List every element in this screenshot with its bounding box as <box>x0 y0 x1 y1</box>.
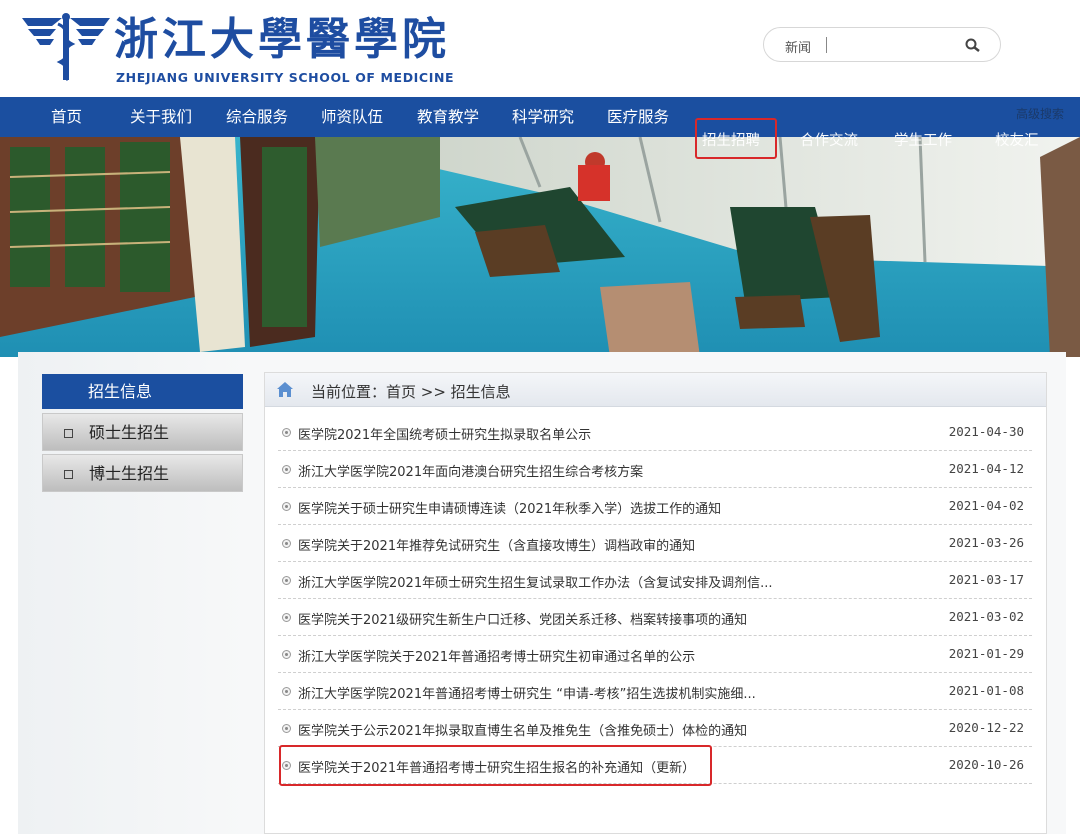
bullet-icon <box>282 650 291 659</box>
sidebar-item-label: 硕士生招生 <box>89 423 170 442</box>
news-date: 2021-01-29 <box>948 646 1024 661</box>
nav-item-research[interactable]: 科学研究 <box>512 97 574 137</box>
bullet-icon <box>282 465 291 474</box>
news-title-link[interactable]: 浙江大学医学院2021年面向港澳台研究生招生综合考核方案 <box>298 461 643 480</box>
bullet-icon <box>282 428 291 437</box>
news-title-link[interactable]: 医学院关于2021级研究生新生户口迁移、党团关系迁移、档案转接事项的通知 <box>298 609 747 628</box>
sidebar-item-masters[interactable]: 硕士生招生 <box>42 413 243 451</box>
nav-item-about[interactable]: 关于我们 <box>130 97 192 137</box>
sidebar-title: 招生信息 <box>42 374 243 409</box>
sidebar-item-doctoral[interactable]: 博士生招生 <box>42 454 243 492</box>
highlight-box-recruitment <box>695 118 777 159</box>
news-title-link[interactable]: 医学院关于公示2021年拟录取直博生名单及推免生（含推免硕士）体检的通知 <box>298 720 747 739</box>
logo-chinese-name: 浙江大學醫學院 <box>114 14 450 65</box>
news-title-link[interactable]: 医学院关于硕士研究生申请硕博连读（2021年秋季入学）选拔工作的通知 <box>298 498 721 517</box>
search-category-select[interactable]: 新闻 <box>785 37 811 56</box>
square-bullet-icon <box>64 429 73 438</box>
nav-item-cooperation[interactable]: 合作交流 <box>800 127 858 149</box>
nav-item-home[interactable]: 首页 <box>51 97 82 137</box>
news-title-link[interactable]: 浙江大学医学院2021年普通招考博士研究生 “申请-考核”招生选拔机制实施细..… <box>298 683 756 702</box>
advanced-search-link[interactable]: 高级搜索 <box>1016 105 1064 122</box>
bullet-icon <box>282 539 291 548</box>
nav-item-student-affairs[interactable]: 学生工作 <box>894 127 952 149</box>
bullet-icon <box>282 724 291 733</box>
search-cursor <box>826 37 827 53</box>
news-date: 2021-04-12 <box>948 461 1024 476</box>
breadcrumb-text: 当前位置：首页 >> 招生信息 <box>311 383 511 401</box>
list-item[interactable]: 医学院关于硕士研究生申请硕博连读（2021年秋季入学）选拔工作的通知 2021-… <box>278 488 1032 525</box>
sidebar-item-label: 博士生招生 <box>89 464 170 483</box>
news-date: 2021-04-30 <box>948 424 1024 439</box>
news-date: 2020-12-22 <box>948 720 1024 735</box>
square-bullet-icon <box>64 470 73 479</box>
news-date: 2021-01-08 <box>948 683 1024 698</box>
site-header: 浙江大學醫學院 ZHEJIANG UNIVERSITY SCHOOL OF ME… <box>0 0 1080 97</box>
list-item[interactable]: 浙江大学医学院关于2021年普通招考博士研究生初审通过名单的公示 2021-01… <box>278 636 1032 673</box>
logo-english-name: ZHEJIANG UNIVERSITY SCHOOL OF MEDICINE <box>116 70 455 85</box>
news-title-link[interactable]: 医学院2021年全国统考硕士研究生拟录取名单公示 <box>298 424 591 443</box>
list-item[interactable]: 医学院关于公示2021年拟录取直博生名单及推免生（含推免硕士）体检的通知 202… <box>278 710 1032 747</box>
nav-item-medical[interactable]: 医疗服务 <box>607 97 669 137</box>
list-item[interactable]: 浙江大学医学院2021年普通招考博士研究生 “申请-考核”招生选拔机制实施细..… <box>278 673 1032 710</box>
list-item[interactable]: 医学院2021年全国统考硕士研究生拟录取名单公示 2021-04-30 <box>278 414 1032 451</box>
list-item[interactable]: 医学院关于2021级研究生新生户口迁移、党团关系迁移、档案转接事项的通知 202… <box>278 599 1032 636</box>
news-date: 2021-03-17 <box>948 572 1024 587</box>
nav-item-faculty[interactable]: 师资队伍 <box>321 97 383 137</box>
news-title-link[interactable]: 浙江大学医学院关于2021年普通招考博士研究生初审通过名单的公示 <box>298 646 695 665</box>
nav-item-alumni[interactable]: 校友汇 <box>995 127 1039 149</box>
search-box[interactable]: 新闻 <box>763 27 1001 62</box>
university-emblem-icon <box>22 13 110 82</box>
bullet-icon <box>282 613 291 622</box>
library-photo <box>0 137 1080 357</box>
news-title-link[interactable]: 医学院关于2021年推荐免试研究生（含直接攻博生）调档政审的通知 <box>298 535 695 554</box>
news-date: 2021-03-26 <box>948 535 1024 550</box>
list-item[interactable]: 浙江大学医学院2021年硕士研究生招生复试录取工作办法（含复试安排及调剂信...… <box>278 562 1032 599</box>
search-icon[interactable] <box>964 37 982 55</box>
banner-image <box>0 137 1080 357</box>
bullet-icon <box>282 502 291 511</box>
nav-item-education[interactable]: 教育教学 <box>417 97 479 137</box>
bullet-icon <box>282 576 291 585</box>
news-title-link[interactable]: 浙江大学医学院2021年硕士研究生招生复试录取工作办法（含复试安排及调剂信... <box>298 572 772 591</box>
news-date: 2021-04-02 <box>948 498 1024 513</box>
nav-item-services[interactable]: 综合服务 <box>226 97 288 137</box>
list-item[interactable]: 浙江大学医学院2021年面向港澳台研究生招生综合考核方案 2021-04-12 <box>278 451 1032 488</box>
highlight-box-news-item <box>279 745 712 786</box>
bullet-icon <box>282 687 291 696</box>
list-item[interactable]: 医学院关于2021年推荐免试研究生（含直接攻博生）调档政审的通知 2021-03… <box>278 525 1032 562</box>
news-date: 2021-03-02 <box>948 609 1024 624</box>
news-date: 2020-10-26 <box>948 757 1024 772</box>
home-icon[interactable] <box>276 381 294 398</box>
